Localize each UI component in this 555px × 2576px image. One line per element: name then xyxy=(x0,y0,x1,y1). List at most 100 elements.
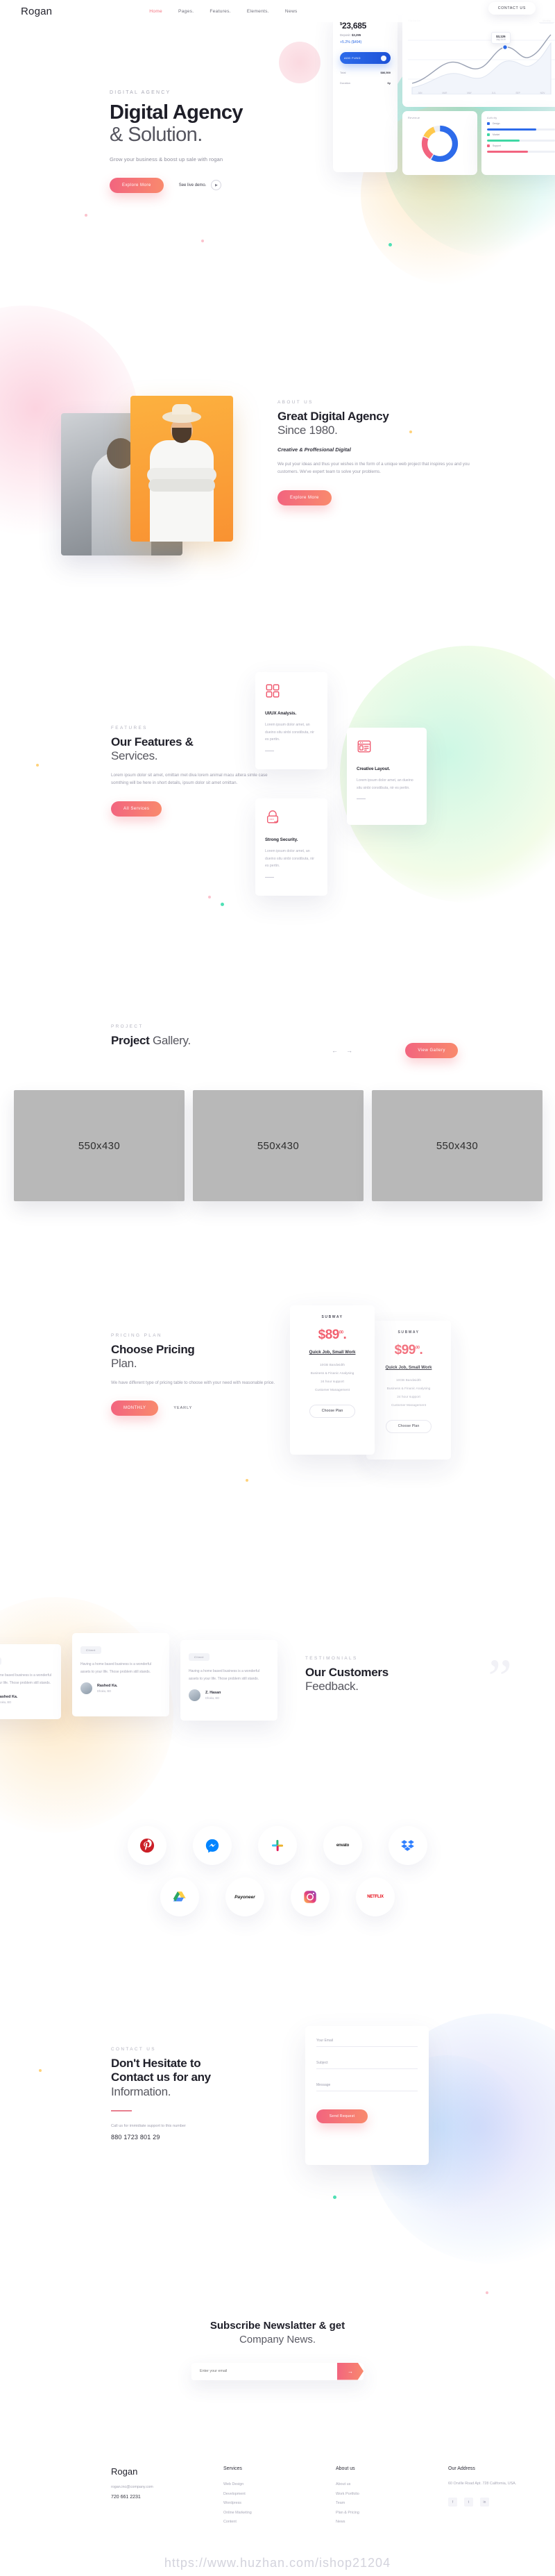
client-logo-slack[interactable] xyxy=(258,1826,297,1865)
photo-arm-right xyxy=(148,479,215,492)
client-logo-payoneer[interactable]: Payoneer xyxy=(225,1877,264,1916)
client-logo-netflix[interactable]: NETFLIX xyxy=(356,1877,395,1916)
features-section: FEATURES Our Features & Services. Lorem … xyxy=(0,625,555,986)
gallery-item[interactable]: 550x430 xyxy=(193,1090,364,1201)
pricing-card-primary[interactable]: SUBWAY $8900. Quick Job, Small Work 10GB… xyxy=(290,1305,375,1455)
footer-phone[interactable]: 720 661 2231 xyxy=(111,2495,183,2500)
footer-link-development[interactable]: Development xyxy=(223,2490,296,2500)
facebook-icon[interactable]: f xyxy=(448,2498,457,2507)
about-copy: ABOUT US Great Digital Agency Since 1980… xyxy=(278,400,486,505)
client-logo-dropbox[interactable] xyxy=(388,1826,427,1865)
dashboard-deposit: Deposit: $3,295 xyxy=(340,33,391,37)
footer-link-plan-pricing[interactable]: Plan & Pricing xyxy=(336,2509,408,2518)
newsletter-title-light: Company News. xyxy=(239,2334,316,2346)
footer-brand-column: Rogan rogan.inc@company.com 720 661 2231 xyxy=(111,2466,183,2527)
testimonial-card[interactable]: Client Having a home based business is a… xyxy=(0,1644,61,1719)
form-field-subject[interactable]: Subject xyxy=(316,2061,418,2069)
about-photo-primary xyxy=(130,396,233,542)
feature-card-ui-ux[interactable]: UI/UX Analysis. Lorem ipsum dolor amet, … xyxy=(255,672,327,769)
newsletter-email-input[interactable] xyxy=(191,2369,337,2373)
chart-xtick: MAY xyxy=(467,92,472,94)
view-gallery-button[interactable]: View Gallery xyxy=(405,1043,458,1058)
contact-phone[interactable]: 880 1723 801 29 xyxy=(111,2134,284,2141)
arrow-knob-icon xyxy=(381,55,386,61)
testimonial-location: Dhaka, BD xyxy=(205,1696,220,1700)
pricing-card-secondary[interactable]: SUBWAY $9900. Quick Job, Small Work 10GB… xyxy=(366,1321,451,1460)
client-logo-google-drive[interactable] xyxy=(160,1877,199,1916)
hero-demo-link[interactable]: See live demo. ▶ xyxy=(179,180,222,191)
contact-us-button[interactable]: CONTACT US xyxy=(488,2,536,15)
nav-item-news[interactable]: News xyxy=(285,9,298,14)
layout-window-icon xyxy=(357,740,371,753)
plan-feature: 24 hour support xyxy=(397,1395,420,1399)
dashboard-amount: $23,685 xyxy=(340,21,391,31)
grid-squares-icon xyxy=(266,684,280,698)
testimonials-title-light: Feedback. xyxy=(305,1680,359,1693)
dashboard-stat-label-total: Total xyxy=(340,71,346,74)
arrow-right-icon[interactable] xyxy=(265,876,274,878)
send-request-button[interactable]: Send Request xyxy=(316,2109,368,2123)
activity-label: Support xyxy=(493,144,501,147)
hero-explore-button[interactable]: Explore More xyxy=(110,177,164,193)
client-logo-instagram[interactable] xyxy=(291,1877,330,1916)
linkedin-icon[interactable]: in xyxy=(480,2498,489,2507)
footer-column-address: Our Address 60 Orville Road Apt. 728 Cal… xyxy=(448,2466,520,2527)
nav-item-features[interactable]: Features. xyxy=(210,9,231,14)
field-label-subject: Subject xyxy=(316,2061,328,2065)
arrow-right-icon[interactable]: → xyxy=(346,1047,352,1054)
client-logo-messenger[interactable] xyxy=(193,1826,232,1865)
about-explore-button[interactable]: Explore More xyxy=(278,490,332,505)
choose-plan-button[interactable]: Choose Plan xyxy=(309,1404,355,1418)
form-field-email[interactable]: Your Email xyxy=(316,2039,418,2047)
field-underline xyxy=(316,2068,418,2069)
footer-link-news[interactable]: News xyxy=(336,2518,408,2527)
activity-row: Design xyxy=(487,122,555,125)
site-logo[interactable]: Rogan xyxy=(21,6,52,17)
arrow-left-icon[interactable]: ← xyxy=(332,1047,338,1054)
footer-link-online-marketing[interactable]: Online Marketing xyxy=(223,2509,296,2518)
testimonial-location: Dhaka, BD xyxy=(97,1689,112,1693)
toggle-yearly-button[interactable]: YEARLY xyxy=(164,1400,202,1416)
nav-item-home[interactable]: Home xyxy=(149,9,162,14)
footer-logo[interactable]: Rogan xyxy=(111,2466,183,2477)
activity-row: Market xyxy=(487,133,555,136)
footer-link-work-portfolio[interactable]: Work Portfolio xyxy=(336,2490,408,2500)
dashboard-add-fund-button[interactable]: ADD FUND xyxy=(340,52,391,64)
twitter-icon[interactable]: t xyxy=(464,2498,473,2507)
plan-feature: 10GB Bandwidth xyxy=(395,1379,421,1382)
nav-item-elements[interactable]: Elements. xyxy=(247,9,269,14)
client-logo-pinterest[interactable] xyxy=(128,1826,166,1865)
footer-link-web-design[interactable]: Web Design xyxy=(223,2480,296,2490)
footer-link-wordpress[interactable]: Wordpress xyxy=(223,2499,296,2509)
about-tagline: Creative & Proffesional Digital xyxy=(278,446,351,453)
all-services-button[interactable]: All Services xyxy=(111,801,162,817)
footer-link-team[interactable]: Team xyxy=(336,2499,408,2509)
nav-item-pages[interactable]: Pages. xyxy=(178,9,194,14)
footer-email[interactable]: rogan.inc@company.com xyxy=(111,2485,183,2489)
contact-section: CONTACT US Don't Hesitate to Contact us … xyxy=(0,2000,555,2291)
choose-plan-button[interactable]: Choose Plan xyxy=(386,1419,432,1433)
gallery-item[interactable]: 550x430 xyxy=(14,1090,185,1201)
feature-card-strong-security[interactable]: Strong Security. Lorem ipsum dolor amet,… xyxy=(255,798,327,896)
footer-link-about-us[interactable]: About us xyxy=(336,2480,408,2490)
footer-column-services: Services Web Design Development Wordpres… xyxy=(223,2466,296,2527)
form-field-message[interactable]: Message xyxy=(316,2083,418,2091)
footer-social-links: f t in xyxy=(448,2498,520,2507)
feature-card-creative-layout[interactable]: Creative Layout. Lorem ipsum dolor amet,… xyxy=(347,728,427,825)
landing-page: Rogan Home Pages. Features. Elements. Ne… xyxy=(0,0,555,2576)
newsletter-form: → xyxy=(191,2362,364,2380)
legend-swatch xyxy=(487,133,490,136)
footer-link-content[interactable]: Content xyxy=(223,2518,296,2527)
testimonials-title: Our Customers Feedback. xyxy=(305,1666,388,1694)
newsletter-submit-button[interactable]: → xyxy=(337,2362,364,2380)
client-logo-envato[interactable]: envato xyxy=(323,1826,362,1865)
play-icon[interactable]: ▶ xyxy=(211,180,222,191)
main-navigation: Home Pages. Features. Elements. News xyxy=(149,9,297,14)
gallery-item[interactable]: 550x430 xyxy=(372,1090,543,1201)
arrow-right-icon[interactable] xyxy=(357,798,366,800)
testimonial-card[interactable]: Client Having a home based business is a… xyxy=(72,1633,169,1716)
toggle-monthly-button[interactable]: MONTHLY xyxy=(111,1400,159,1416)
testimonial-card[interactable]: Client Having a home based business is a… xyxy=(180,1640,278,1721)
newsletter-title-bold: Subscribe Newslatter & get xyxy=(210,2320,345,2332)
plan-feature: Business & Finanic Analysing xyxy=(386,1387,431,1391)
